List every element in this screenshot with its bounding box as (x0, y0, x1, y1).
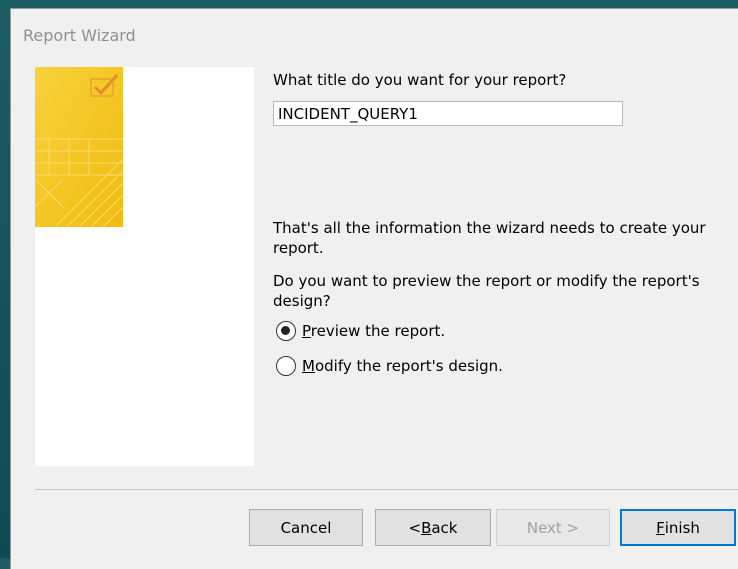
report-title-input[interactable] (273, 101, 623, 126)
next-button[interactable]: Next > (496, 509, 610, 546)
report-wizard-dialog: Report Wizard What title do you want for… (10, 8, 738, 569)
report-wizard-graphic-icon (35, 67, 123, 227)
radio-preview-label: Preview the report. (302, 322, 446, 340)
wizard-info-text: That's all the information the wizard ne… (273, 219, 706, 257)
radio-button-unselected[interactable] (276, 356, 296, 376)
dialog-title: Report Wizard (11, 9, 738, 57)
radio-button-selected[interactable] (276, 321, 296, 341)
radio-modify-label: Modify the report's design. (302, 357, 503, 375)
radio-dot-icon (281, 326, 290, 335)
button-divider (35, 489, 738, 490)
radio-preview-report[interactable]: Preview the report. (276, 319, 445, 343)
back-button[interactable]: < Back (375, 509, 491, 546)
cancel-button[interactable]: Cancel (249, 509, 363, 546)
preview-question-label: Do you want to preview the report or mod… (273, 272, 700, 310)
wizard-image-panel (35, 67, 254, 466)
title-question-label: What title do you want for your report? (273, 71, 567, 89)
finish-button[interactable]: Finish (620, 509, 736, 546)
radio-modify-design[interactable]: Modify the report's design. (276, 354, 503, 378)
